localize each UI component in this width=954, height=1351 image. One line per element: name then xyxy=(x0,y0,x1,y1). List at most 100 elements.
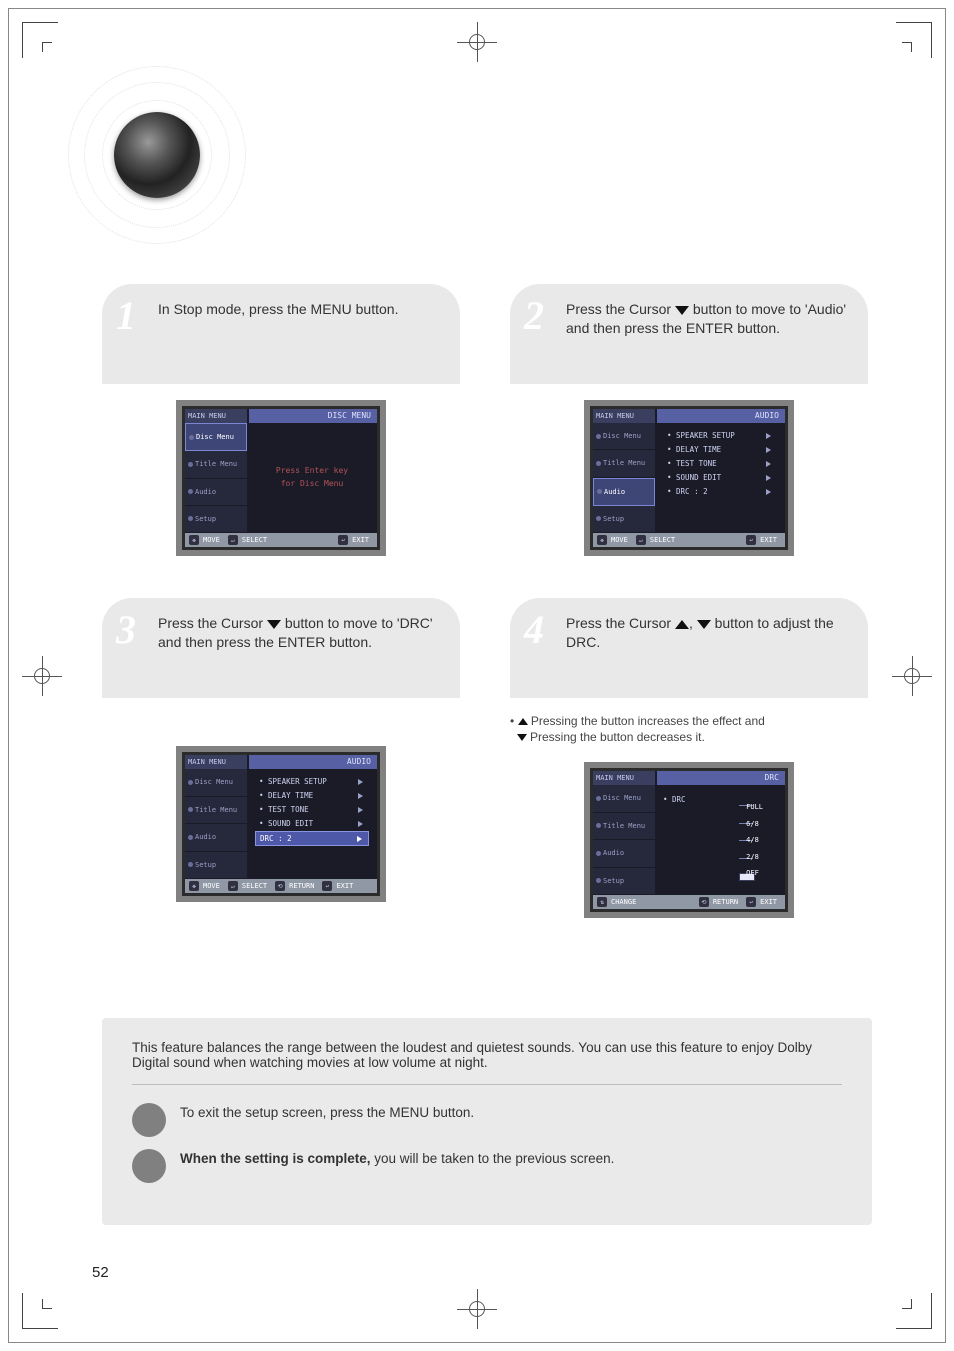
side-item-title-menu: Title Menu xyxy=(185,451,247,478)
list-row-delay-time: • DELAY TIME xyxy=(663,443,777,457)
drc-scale-label: 6/8 xyxy=(746,820,763,828)
move-icon: ✥ xyxy=(189,535,199,545)
step-1: 1 In Stop mode, press the MENU button. D… xyxy=(102,284,460,556)
return-icon: ⟲ xyxy=(699,897,709,907)
cursor-down-icon xyxy=(517,734,527,741)
screenshot-drc-slider: DRC MAIN MENU Disc Menu Title Menu Audio… xyxy=(584,762,794,918)
registration-mark xyxy=(892,656,932,696)
move-icon: ✥ xyxy=(189,881,199,891)
step-text: Press the Cursor , button to adjust the … xyxy=(566,614,850,652)
step-text: Press the Cursor button to move to 'Audi… xyxy=(566,300,850,338)
bottom-select: SELECT xyxy=(650,536,675,544)
page-number: 52 xyxy=(92,1264,109,1281)
feature-text-1: To exit the setup screen, press the MENU… xyxy=(180,1103,842,1123)
side-item-disc-menu: Disc Menu xyxy=(593,423,655,450)
side-item-disc-menu: Disc Menu xyxy=(185,769,247,797)
list-row-test-tone: • TEST TONE xyxy=(663,457,777,471)
side-item-setup: Setup xyxy=(593,868,655,896)
bullet-icon xyxy=(132,1149,166,1183)
side-item-title-menu: Title Menu xyxy=(593,450,655,477)
drc-label: • DRC xyxy=(663,795,686,804)
screen-title: AUDIO xyxy=(657,409,785,423)
cursor-down-icon xyxy=(697,620,711,629)
side-item-setup: Setup xyxy=(185,506,247,533)
bottom-move: MOVE xyxy=(611,536,628,544)
screen-title: DRC xyxy=(657,771,785,785)
step-3: 3 Press the Cursor button to move to 'DR… xyxy=(102,598,460,918)
side-item-audio: Audio xyxy=(593,478,655,506)
exit-icon: ↩ xyxy=(746,897,756,907)
screenshot-audio-drc-highlight: AUDIO MAIN MENU Disc Menu Title Menu Aud… xyxy=(176,746,386,902)
list-row-drc: DRC : 2 xyxy=(255,831,369,846)
exit-icon: ↩ xyxy=(338,535,348,545)
step-number: 1 xyxy=(116,292,136,339)
side-head: MAIN MENU xyxy=(593,771,655,785)
registration-mark xyxy=(457,22,497,62)
body-line: for Disc Menu xyxy=(281,478,344,491)
step-2: 2 Press the Cursor button to move to 'Au… xyxy=(510,284,868,556)
select-icon: ↵ xyxy=(636,535,646,545)
side-item-title-menu: Title Menu xyxy=(185,797,247,825)
list-row-sound-edit: • SOUND EDIT xyxy=(255,817,369,831)
list-row-drc: • DRC : 2 xyxy=(663,485,777,499)
exit-icon: ↩ xyxy=(746,535,756,545)
screenshot-disc-menu: DISC MENU MAIN MENU Disc Menu Title Menu… xyxy=(176,400,386,556)
crop-mark xyxy=(42,1299,52,1309)
drc-scale-label: 2/8 xyxy=(746,853,763,861)
side-head: MAIN MENU xyxy=(185,755,247,769)
registration-mark xyxy=(457,1289,497,1329)
bottom-return: RETURN xyxy=(713,898,738,906)
side-item-disc-menu: Disc Menu xyxy=(185,423,247,451)
bottom-exit: EXIT xyxy=(760,898,777,906)
bottom-move: MOVE xyxy=(203,882,220,890)
step-number: 3 xyxy=(116,606,136,653)
crop-mark xyxy=(22,1293,58,1329)
speaker-cone-icon xyxy=(114,112,200,198)
step-text: Press the Cursor button to move to 'DRC'… xyxy=(158,614,442,652)
bottom-change: CHANGE xyxy=(611,898,636,906)
crop-mark xyxy=(902,42,912,52)
bottom-select: SELECT xyxy=(242,882,267,890)
body-line: Press Enter key xyxy=(276,465,348,478)
side-item-audio: Audio xyxy=(593,840,655,868)
side-item-setup: Setup xyxy=(593,506,655,533)
list-row-speaker-setup: • SPEAKER SETUP xyxy=(663,429,777,443)
drc-scale-label: 4/8 xyxy=(746,836,763,844)
side-item-disc-menu: Disc Menu xyxy=(593,785,655,813)
feature-text-2: When the setting is complete, you will b… xyxy=(180,1149,842,1169)
select-icon: ↵ xyxy=(228,881,238,891)
cursor-up-icon xyxy=(518,718,528,725)
cursor-up-icon xyxy=(675,620,689,629)
side-item-setup: Setup xyxy=(185,852,247,880)
screenshot-audio-menu: AUDIO MAIN MENU Disc Menu Title Menu Aud… xyxy=(584,400,794,556)
step-note-down: Pressing the button decreases it. xyxy=(510,730,868,744)
list-row-sound-edit: • SOUND EDIT xyxy=(663,471,777,485)
drc-scale-label: OFF xyxy=(746,869,763,877)
crop-mark xyxy=(896,22,932,58)
side-item-audio: Audio xyxy=(185,824,247,852)
bottom-exit: EXIT xyxy=(352,536,369,544)
bottom-return: RETURN xyxy=(289,882,314,890)
bullet-icon xyxy=(132,1103,166,1137)
registration-mark xyxy=(22,656,62,696)
side-item-title-menu: Title Menu xyxy=(593,813,655,841)
step-number: 2 xyxy=(524,292,544,339)
bottom-move: MOVE xyxy=(203,536,220,544)
crop-mark xyxy=(42,42,52,52)
exit-icon: ↩ xyxy=(322,881,332,891)
step-note-up: • Pressing the button increases the effe… xyxy=(510,714,868,728)
list-row-test-tone: • TEST TONE xyxy=(255,803,369,817)
bottom-select: SELECT xyxy=(242,536,267,544)
move-icon: ✥ xyxy=(597,535,607,545)
speaker-graphic xyxy=(72,70,242,240)
crop-mark xyxy=(902,1299,912,1309)
info-panel: This feature balances the range between … xyxy=(102,1018,872,1225)
step-number: 4 xyxy=(524,606,544,653)
cursor-down-icon xyxy=(675,306,689,315)
select-icon: ↵ xyxy=(228,535,238,545)
cursor-down-icon xyxy=(267,620,281,629)
return-icon: ⟲ xyxy=(275,881,285,891)
step-4: 4 Press the Cursor , button to adjust th… xyxy=(510,598,868,918)
list-row-speaker-setup: • SPEAKER SETUP xyxy=(255,775,369,789)
bottom-exit: EXIT xyxy=(336,882,353,890)
